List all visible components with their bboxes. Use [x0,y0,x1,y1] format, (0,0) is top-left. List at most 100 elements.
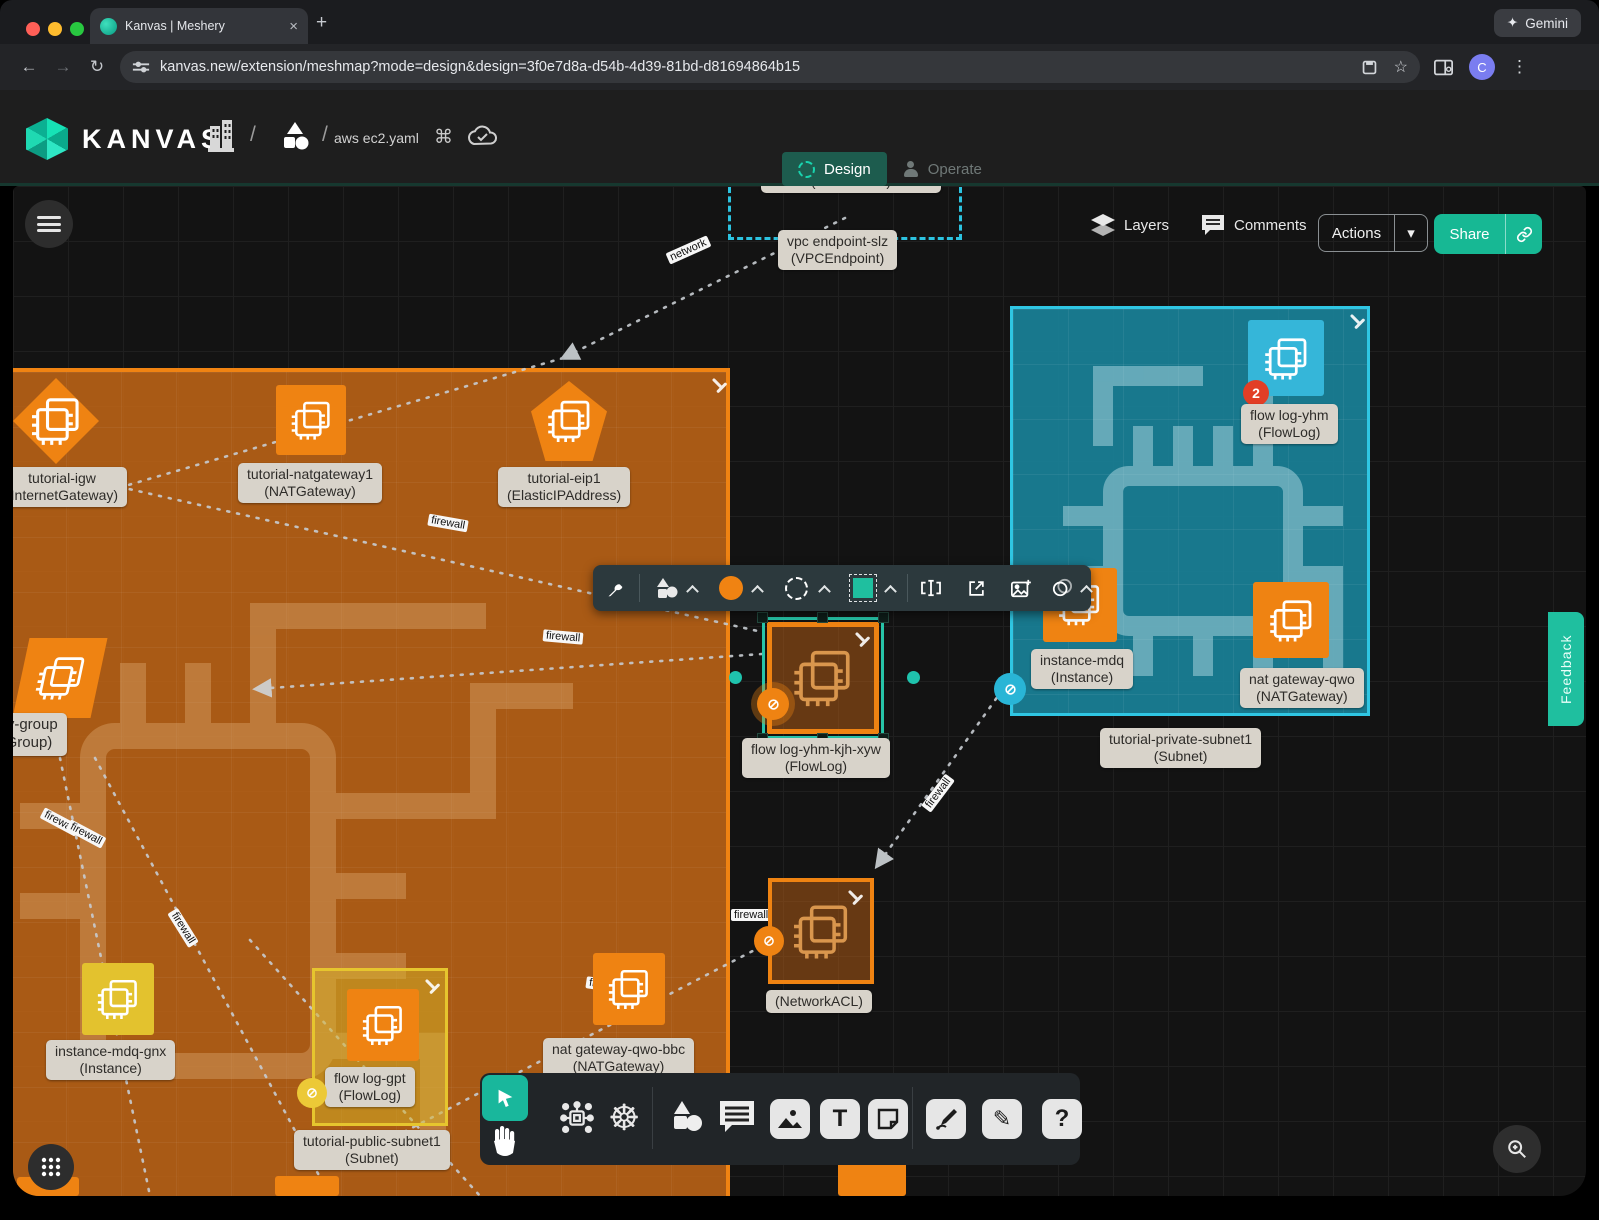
comments-button[interactable]: Comments [1201,214,1307,236]
feedback-tab[interactable]: Feedback [1548,612,1584,726]
window-close-button[interactable] [26,22,40,36]
selection-handle[interactable] [817,612,828,623]
tab-close-icon[interactable]: × [289,18,298,35]
browser-tab[interactable]: Kanvas | Meshery × [90,8,308,44]
help-dock-icon[interactable]: ? [1042,1099,1082,1139]
node-nat-gateway-qwo-bbc[interactable] [593,953,665,1025]
connection-dot[interactable] [729,671,742,684]
open-in-new-icon[interactable] [954,579,998,598]
fill-swatch-icon[interactable] [841,578,887,598]
pencil-dock-icon[interactable]: ✎ [982,1099,1022,1139]
node-label-vpc-endpoint[interactable]: vpc endpoint-slz(VPCEndpoint) [778,230,897,270]
node-label-flow-log-gpt[interactable]: flow log-gpt(FlowLog) [325,1067,415,1107]
node-nat-gateway-qwo[interactable] [1253,582,1329,658]
gemini-button[interactable]: ✦ Gemini [1494,9,1581,37]
site-info-icon[interactable] [132,60,150,74]
configure-wrench-icon[interactable] [593,578,639,599]
shapes-dock-icon[interactable] [668,1099,704,1140]
node-flow-log-gpt[interactable] [347,989,419,1061]
zoom-search-button[interactable] [1493,1125,1541,1173]
actions-caret-icon[interactable]: ▾ [1395,215,1427,251]
share-link-icon[interactable] [1506,214,1542,254]
border-style-icon[interactable] [774,577,820,600]
shortcuts-icon[interactable]: ⌘ [434,126,453,149]
chevron-up-icon[interactable] [885,584,898,597]
pen-dock-icon[interactable] [926,1099,966,1139]
design-file-name[interactable]: aws ec2.yaml [334,130,419,146]
organization-icon[interactable] [206,120,236,152]
note-dock-icon[interactable] [868,1099,908,1139]
node-label-flow-log-yhm-kjh-xyw[interactable]: flow log-yhm-kjh-xyw(FlowLog) [742,738,890,778]
url-text[interactable]: kanvas.new/extension/meshmap?mode=design… [160,59,1345,75]
resize-handle-icon[interactable] [425,979,436,990]
select-tool-button[interactable] [482,1075,528,1121]
share-button[interactable]: Share [1434,214,1542,254]
browser-menu-icon[interactable]: ⋮ [1511,57,1528,77]
actions-button[interactable]: Actions ▾ [1318,214,1428,252]
node-label-tutorial-public-subnet1[interactable]: tutorial-public-subnet1(Subnet) [294,1130,450,1170]
node-label-instance-mdq[interactable]: instance-mdq(Instance) [1031,649,1133,689]
edge-label-network[interactable]: network [665,235,711,264]
node-partial[interactable] [275,1176,339,1196]
chevron-up-icon[interactable] [686,584,699,597]
link-badge-icon[interactable] [757,688,789,720]
group-style-icon[interactable] [1042,578,1082,598]
node-flow-log-gpt-group[interactable]: flow log-gpt(FlowLog) [312,968,448,1126]
shapes-tool-icon[interactable] [646,577,688,599]
tab-design[interactable]: Design [782,152,887,186]
browser-profile-avatar[interactable]: C [1469,54,1495,80]
bookmark-star-icon[interactable]: ☆ [1394,57,1408,77]
node-instance-mdq-gnx[interactable] [82,963,154,1035]
node-label-tutorial-natgateway1[interactable]: tutorial-natgateway1(NATGateway) [238,463,382,503]
rename-icon[interactable] [908,579,954,597]
chevron-up-icon[interactable] [1080,584,1093,597]
chevron-up-icon[interactable] [751,584,764,597]
window-minimize-button[interactable] [48,22,62,36]
edge-label-firewall[interactable]: firewall [731,909,771,921]
reading-list-icon[interactable] [1434,59,1453,76]
save-icon[interactable] [1361,59,1378,76]
comment-dock-icon[interactable] [718,1099,756,1138]
new-tab-button[interactable]: + [316,12,327,34]
node-network-acl[interactable] [768,878,874,984]
canvas-menu-button[interactable] [25,200,73,248]
layers-button[interactable]: Layers [1091,214,1169,236]
window-zoom-button[interactable] [70,22,84,36]
add-image-icon[interactable] [998,579,1042,598]
node-flow-log-kjh-selection[interactable] [762,617,884,739]
color-swatch-icon[interactable] [709,576,753,600]
address-bar[interactable]: kanvas.new/extension/meshmap?mode=design… [120,51,1420,83]
back-icon[interactable]: ← [12,57,46,77]
link-badge-icon[interactable] [994,673,1026,705]
node-tutorial-natgateway1[interactable] [276,385,346,455]
selection-handle[interactable] [878,612,889,623]
kanvas-logo-icon[interactable] [26,118,68,160]
designs-icon[interactable] [278,120,312,154]
edge-label-firewall[interactable]: firewall [921,773,955,812]
node-label-network-acl[interactable]: (NetworkACL) [766,990,872,1013]
chevron-up-icon[interactable] [818,584,831,597]
text-dock-icon[interactable]: T [820,1099,860,1139]
node-label-al-security-group[interactable]: al-security-groupSecurityGroup) [13,713,67,756]
connection-dot[interactable] [907,671,920,684]
node-label-tutorial-private-subnet1[interactable]: tutorial-private-subnet1(Subnet) [1100,728,1261,768]
cloud-sync-icon[interactable] [466,124,498,148]
node-label-flow-log-yhm[interactable]: flow log-yhm(FlowLog) [1241,404,1338,444]
image-dock-icon[interactable] [770,1099,810,1139]
kubernetes-tool-icon[interactable]: ☸ [608,1099,640,1137]
design-canvas[interactable]: (RouteTable) vpc endpoint-slz(VPCEndpoin… [13,186,1586,1196]
apps-grid-button[interactable] [28,1144,74,1190]
node-label-instance-mdq-gnx[interactable]: instance-mdq-gnx(Instance) [46,1040,175,1080]
components-tool-icon[interactable] [558,1099,596,1142]
forward-icon[interactable]: → [46,57,80,77]
node-label-tutorial-eip1[interactable]: tutorial-eip1(ElasticIPAddress) [498,467,630,507]
pan-tool-button[interactable] [490,1125,518,1164]
link-badge-icon[interactable] [297,1078,327,1108]
link-badge-icon[interactable] [754,926,784,956]
node-label-tutorial-igw[interactable]: tutorial-igw(InternetGateway) [13,467,127,507]
tab-operate[interactable]: Operate [887,152,998,186]
node-label-nat-gateway-qwo[interactable]: nat gateway-qwo(NATGateway) [1240,668,1364,708]
reload-icon[interactable]: ↻ [80,57,114,77]
selection-handle[interactable] [757,612,768,623]
node-label-route-table[interactable]: (RouteTable) [761,186,941,193]
